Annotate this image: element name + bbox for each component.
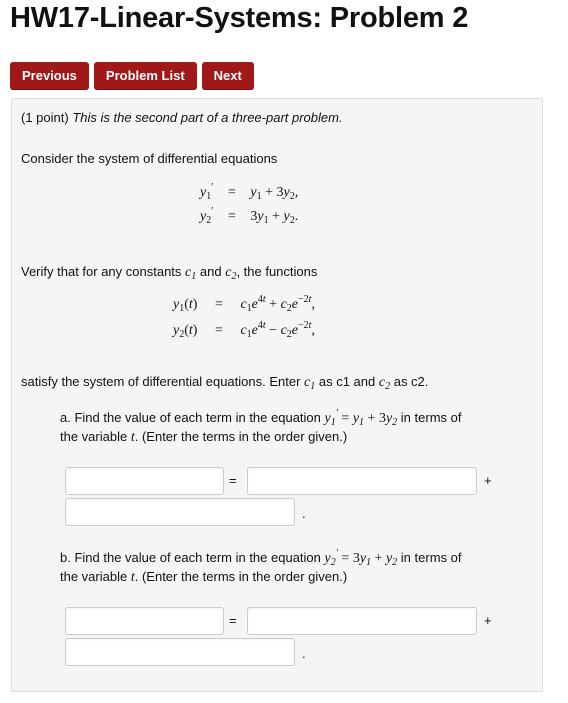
equation-1: y1′ = y1 + 3y2, xyxy=(200,182,299,202)
part-b-line1: b. Find the value of each term in the eq… xyxy=(60,548,462,568)
part-b-line2: the variable t. (Enter the terms in the … xyxy=(60,569,348,585)
problem-list-button[interactable]: Problem List xyxy=(93,62,197,90)
part-a-answer-2-input[interactable] xyxy=(247,467,477,495)
part-a-answer-1-input[interactable] xyxy=(65,467,224,495)
part-b-equals: = xyxy=(229,613,237,628)
problem-intro: (1 point) This is the second part of a t… xyxy=(21,110,343,125)
next-button[interactable]: Next xyxy=(201,62,254,90)
part-b-answer-1-input[interactable] xyxy=(65,607,224,635)
function-y1: y1(t) = c1e4t + c2e−2t, xyxy=(173,294,315,314)
part-a-answer-3-input[interactable] xyxy=(65,498,295,526)
part-b-plus: + xyxy=(484,613,492,628)
part-a-line2: the variable t. (Enter the terms in the … xyxy=(60,429,348,445)
consider-text: Consider the system of differential equa… xyxy=(21,151,278,166)
part-b-period: . xyxy=(302,646,306,661)
navigation-bar: Previous Problem List Next xyxy=(10,62,254,90)
part-a-period: . xyxy=(302,506,306,521)
function-y2: y2(t) = c1e4t − c2e−2t, xyxy=(173,320,315,340)
intro-text: This is the second part of a three-part … xyxy=(72,110,343,125)
points-label: (1 point) xyxy=(21,110,69,125)
equation-2: y2′ = 3y1 + y2. xyxy=(200,206,299,226)
part-a-equals: = xyxy=(229,473,237,488)
page-title: HW17-Linear-Systems: Problem 2 xyxy=(10,2,469,34)
verify-text: Verify that for any constants c1 and c2,… xyxy=(21,264,318,282)
previous-button[interactable]: Previous xyxy=(10,62,89,90)
part-a-plus: + xyxy=(484,473,492,488)
part-b-answer-2-input[interactable] xyxy=(247,607,477,635)
part-b-answer-3-input[interactable] xyxy=(65,638,295,666)
satisfy-text: satisfy the system of differential equat… xyxy=(21,374,429,392)
part-a-line1: a. Find the value of each term in the eq… xyxy=(60,408,462,428)
